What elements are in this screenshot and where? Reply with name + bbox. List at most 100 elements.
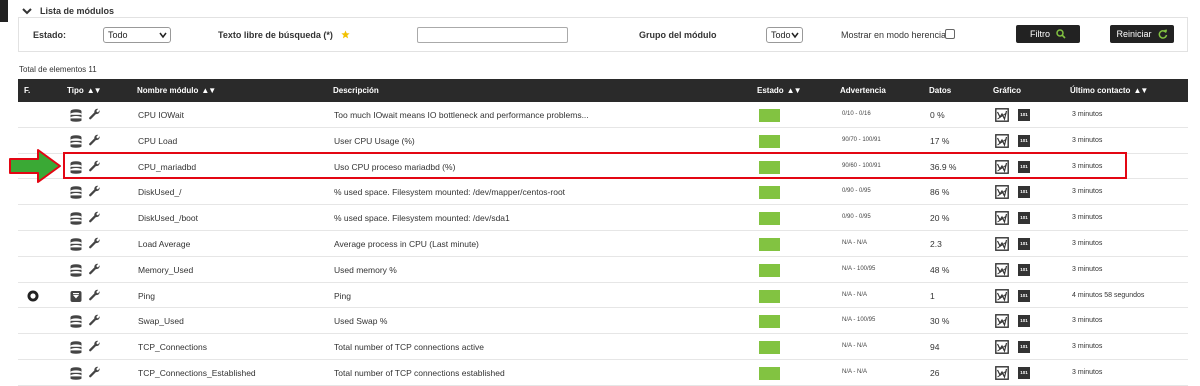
module-name[interactable]: Ping (138, 291, 155, 301)
raw-data-icon[interactable]: 101 (1018, 263, 1030, 276)
module-name[interactable]: DiskUsed_/boot (138, 213, 198, 223)
raw-data-icon[interactable]: 101 (1018, 341, 1030, 354)
reset-button[interactable]: Reiniciar (1110, 25, 1174, 43)
module-name[interactable]: Memory_Used (138, 265, 193, 275)
warning-thresholds: N/A - N/A (842, 368, 868, 375)
header-nombre[interactable]: Nombre módulo ▲▼ (137, 86, 216, 95)
grupo-select[interactable]: Todo (766, 27, 803, 43)
refresh-icon (1158, 29, 1167, 39)
raw-data-icon[interactable]: 101 (1018, 186, 1030, 199)
last-contact: 3 minutos (1072, 188, 1103, 196)
module-description: Uso CPU proceso mariadbd (%) (334, 161, 456, 172)
module-description: User CPU Usage (%) (334, 135, 415, 146)
header-grafico: Gráfico (993, 86, 1022, 95)
graph-icon[interactable] (995, 340, 1009, 355)
header-descripcion: Descripción (333, 86, 379, 95)
filter-bar: Estado: Todo Texto libre de búsqueda (*)… (18, 17, 1188, 52)
header-ultimo-contacto[interactable]: Último contacto ▲▼ (1070, 86, 1148, 95)
last-contact: 4 minutos 58 segundos (1072, 291, 1145, 299)
raw-data-icon[interactable]: 101 (1018, 366, 1030, 379)
status-indicator (759, 134, 780, 148)
flag-icon (27, 290, 39, 302)
module-name[interactable]: Swap_Used (138, 316, 184, 326)
module-name[interactable]: TCP_Connections_Established (138, 368, 256, 378)
last-contact: 3 minutos (1072, 343, 1103, 351)
raw-data-icon[interactable]: 101 (1018, 134, 1030, 147)
graph-icon[interactable] (995, 159, 1009, 174)
module-description: Average process in CPU (Last minute) (334, 238, 479, 249)
graph-icon[interactable] (995, 133, 1009, 148)
network-icon (70, 290, 82, 303)
warning-thresholds: 0/10 - 0/16 (842, 111, 871, 117)
wrench-icon[interactable] (88, 211, 101, 224)
module-name[interactable]: DiskUsed_/ (138, 187, 181, 197)
modules-table: F. Tipo ▲▼ Nombre módulo ▲▼ Descripción Es… (18, 79, 1188, 386)
last-contact: 3 minutos (1072, 136, 1103, 144)
graph-icon[interactable] (995, 314, 1009, 329)
wrench-icon[interactable] (88, 340, 101, 353)
module-name[interactable]: CPU Load (138, 136, 177, 146)
warning-thresholds: 0/90 - 0/95 (842, 188, 871, 195)
module-name[interactable]: Load Average (138, 239, 190, 249)
raw-data-icon[interactable]: 101 (1018, 109, 1030, 121)
header-datos: Datos (929, 86, 952, 95)
module-data: 26 (930, 367, 940, 378)
module-name[interactable]: TCP_Connections (138, 342, 207, 352)
last-contact: 3 minutos (1072, 111, 1103, 118)
wrench-icon[interactable] (88, 289, 101, 302)
wrench-icon[interactable] (88, 263, 101, 276)
graph-icon[interactable] (995, 366, 1009, 380)
module-description: % used space. Filesystem mounted: /dev/s… (334, 213, 510, 224)
module-data: 36.9 % (930, 161, 957, 172)
database-icon (70, 160, 82, 174)
filter-button[interactable]: Filtro (1016, 25, 1080, 43)
graph-icon[interactable] (995, 237, 1009, 251)
section-header[interactable]: Lista de módulos (22, 4, 114, 18)
graph-icon[interactable] (995, 288, 1009, 303)
module-name[interactable]: CPU IOWait (138, 110, 184, 120)
graph-icon[interactable] (995, 262, 1009, 277)
raw-data-icon[interactable]: 101 (1018, 212, 1030, 225)
graph-icon[interactable] (995, 185, 1009, 200)
database-icon (70, 341, 82, 354)
last-contact: 3 minutos (1072, 214, 1103, 222)
raw-data-icon[interactable]: 101 (1018, 289, 1030, 302)
wrench-icon[interactable] (88, 160, 101, 173)
database-icon (70, 186, 82, 200)
search-input[interactable] (417, 27, 568, 43)
wrench-icon[interactable] (88, 366, 101, 379)
sort-arrows-icon: ▲▼ (786, 86, 802, 95)
warning-thresholds: 90/60 - 100/91 (842, 162, 881, 169)
database-icon (70, 238, 82, 251)
wrench-icon[interactable] (88, 134, 101, 147)
status-indicator (759, 263, 780, 277)
table-row: DiskUsed_/boot % used space. Filesystem m… (18, 205, 1188, 231)
wrench-icon[interactable] (88, 185, 101, 198)
header-tipo[interactable]: Tipo ▲▼ (67, 86, 102, 95)
raw-data-icon[interactable]: 101 (1018, 315, 1030, 328)
status-indicator (759, 366, 780, 380)
estado-select[interactable]: Todo (103, 27, 171, 43)
header-estado[interactable]: Estado ▲▼ (757, 86, 802, 95)
module-description: Too much IOwait means IO bottleneck and … (334, 110, 589, 120)
table-row: DiskUsed_/ % used space. Filesystem mount… (18, 179, 1188, 206)
raw-data-icon[interactable]: 101 (1018, 160, 1030, 173)
graph-icon[interactable] (995, 211, 1009, 226)
module-data: 2.3 (930, 238, 942, 249)
module-name[interactable]: CPU_mariadbd (138, 162, 196, 172)
header-advertencia: Advertencia (840, 86, 886, 95)
last-contact: 3 minutos (1072, 162, 1103, 170)
wrench-icon[interactable] (88, 108, 101, 121)
module-data: 1 (930, 290, 935, 301)
warning-thresholds: N/A - 100/95 (842, 317, 876, 324)
search-icon (1056, 29, 1066, 39)
module-description: Used memory % (334, 264, 397, 275)
graph-icon[interactable] (995, 108, 1009, 122)
status-indicator (759, 315, 780, 329)
raw-data-icon[interactable]: 101 (1018, 237, 1030, 250)
wrench-icon[interactable] (88, 237, 101, 250)
wrench-icon[interactable] (88, 314, 101, 327)
herencia-checkbox[interactable] (945, 29, 955, 39)
table-row: CPU Load User CPU Usage (%) 90/70 - 100/91… (18, 128, 1188, 154)
module-description: Total number of TCP connections active (334, 342, 484, 353)
